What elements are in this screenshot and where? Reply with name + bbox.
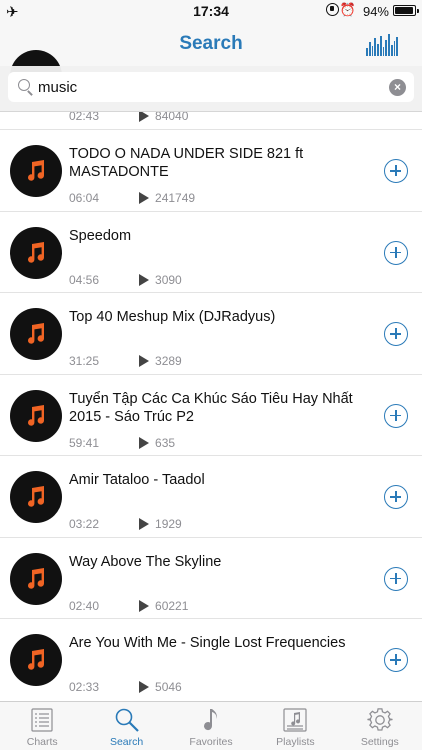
track-duration: 02:33 — [69, 680, 100, 694]
track-title: Amir Tataloo - Taadol — [69, 472, 205, 488]
status-time: 17:34 — [193, 3, 229, 19]
music-note-icon — [28, 160, 44, 181]
list-item[interactable]: TODO O NADA UNDER SIDE 821 ft MASTADONTE… — [0, 129, 422, 211]
status-bar: ✈ 17:34 ⏰ 94% — [0, 0, 422, 22]
add-to-playlist-button[interactable] — [384, 485, 408, 509]
tab-playlists[interactable]: Playlists — [253, 702, 337, 750]
music-disc-icon — [10, 308, 62, 360]
music-note-icon — [204, 709, 217, 731]
list-item[interactable]: Speedom 04:56 3090 — [0, 210, 422, 293]
tab-label: Playlists — [276, 736, 315, 748]
track-meta: 59:41 635 — [69, 436, 175, 450]
track-meta: 03:22 1929 — [69, 517, 182, 531]
gear-icon — [367, 708, 393, 731]
search-field-container[interactable]: × — [8, 72, 414, 102]
charts-icon — [31, 708, 53, 732]
add-to-playlist-button[interactable] — [384, 403, 408, 428]
add-to-playlist-button[interactable] — [384, 648, 408, 672]
track-meta: 02:40 60221 — [69, 599, 188, 613]
play-count-icon — [139, 518, 150, 530]
track-plays: 5046 — [155, 680, 182, 694]
search-input[interactable] — [38, 76, 378, 98]
list-item[interactable]: Tuyển Tập Các Ca Khúc Sáo Tiêu Hay Nhất … — [0, 373, 422, 456]
track-title: Speedom — [69, 227, 132, 244]
track-title: TODO O NADA UNDER SIDE 821 ft MASTADONTE — [69, 146, 304, 180]
tab-bar: Charts Search Favorites Playlists Settin… — [0, 701, 422, 750]
play-count-icon — [139, 355, 150, 367]
tab-label: Favorites — [189, 736, 233, 748]
tab-settings[interactable]: Settings — [338, 702, 422, 750]
music-disc-icon — [10, 552, 62, 605]
track-duration: 03:22 — [69, 517, 100, 531]
music-note-icon — [28, 486, 44, 507]
track-title: Are You With Me - Single Lost Frequencie… — [69, 635, 346, 651]
add-to-playlist-button[interactable] — [384, 322, 408, 346]
equalizer-icon[interactable] — [366, 34, 398, 56]
music-disc-icon — [10, 471, 62, 523]
play-count-icon — [139, 273, 150, 286]
clear-search-icon[interactable]: × — [389, 79, 406, 96]
track-duration: 06:04 — [69, 191, 100, 205]
add-to-playlist-button[interactable] — [384, 566, 408, 591]
tab-search[interactable]: Search — [84, 702, 168, 750]
track-plays: 60221 — [155, 598, 189, 613]
track-title: Tuyển Tập Các Ca Khúc Sáo Tiêu Hay Nhất … — [69, 390, 353, 425]
play-count-icon — [139, 681, 150, 693]
list-item[interactable]: Are You With Me - Single Lost Frequencie… — [0, 618, 422, 700]
track-duration: 02:40 — [69, 598, 100, 613]
tab-favorites[interactable]: Favorites — [169, 702, 253, 750]
search-icon — [18, 79, 30, 91]
play-count-icon — [139, 436, 150, 449]
tab-label: Settings — [360, 736, 399, 748]
track-duration: 04:56 — [69, 272, 100, 287]
tab-label: Charts — [26, 736, 58, 748]
track-plays: 1929 — [155, 517, 182, 531]
music-note-icon — [28, 649, 44, 670]
rotation-lock-icon — [326, 3, 339, 16]
play-count-icon — [139, 192, 150, 204]
list-item[interactable]: Amir Tataloo - Taadol 03:22 1929 — [0, 455, 422, 537]
track-plays: 3289 — [155, 354, 182, 368]
music-disc-icon — [10, 389, 62, 442]
track-meta: 02:33 5046 — [69, 680, 182, 694]
track-title: Way Above The Skyline — [69, 553, 222, 570]
list-item[interactable]: Top 40 Meshup Mix (DJRadyus) 31:25 3289 — [0, 292, 422, 374]
track-meta: 06:04 241749 — [69, 191, 195, 205]
play-count-icon — [139, 599, 150, 612]
search-icon — [115, 708, 139, 732]
tab-label: Search — [109, 736, 144, 748]
music-note-icon — [28, 241, 44, 263]
music-disc-icon — [10, 226, 62, 279]
music-note-icon — [28, 323, 44, 344]
add-to-playlist-button[interactable] — [384, 240, 408, 265]
search-bar: × — [0, 66, 422, 112]
track-title: Top 40 Meshup Mix (DJRadyus) — [69, 309, 276, 325]
playlist-icon — [283, 708, 308, 732]
battery-percentage: 94% — [362, 4, 389, 19]
list-item[interactable]: Way Above The Skyline 02:40 60221 — [0, 536, 422, 619]
results-list: TODO O NADA UNDER SIDE 821 ft MASTADONTE… — [0, 129, 422, 700]
tab-charts[interactable]: Charts — [0, 702, 84, 750]
battery-icon — [393, 5, 419, 16]
track-meta: 31:25 3289 — [69, 354, 182, 368]
track-plays: 635 — [155, 435, 176, 450]
add-to-playlist-button[interactable] — [384, 159, 408, 183]
music-note-icon — [28, 567, 44, 589]
page-title: Search — [179, 33, 243, 54]
music-disc-icon — [10, 634, 62, 686]
track-plays: 241749 — [155, 191, 196, 205]
track-plays: 3090 — [155, 272, 182, 287]
track-meta: 04:56 3090 — [69, 273, 182, 287]
music-disc-icon — [10, 145, 62, 197]
music-note-icon — [28, 404, 44, 426]
track-duration: 31:25 — [69, 354, 100, 368]
track-duration: 59:41 — [69, 435, 100, 450]
alarm-icon: ⏰ — [339, 2, 356, 17]
